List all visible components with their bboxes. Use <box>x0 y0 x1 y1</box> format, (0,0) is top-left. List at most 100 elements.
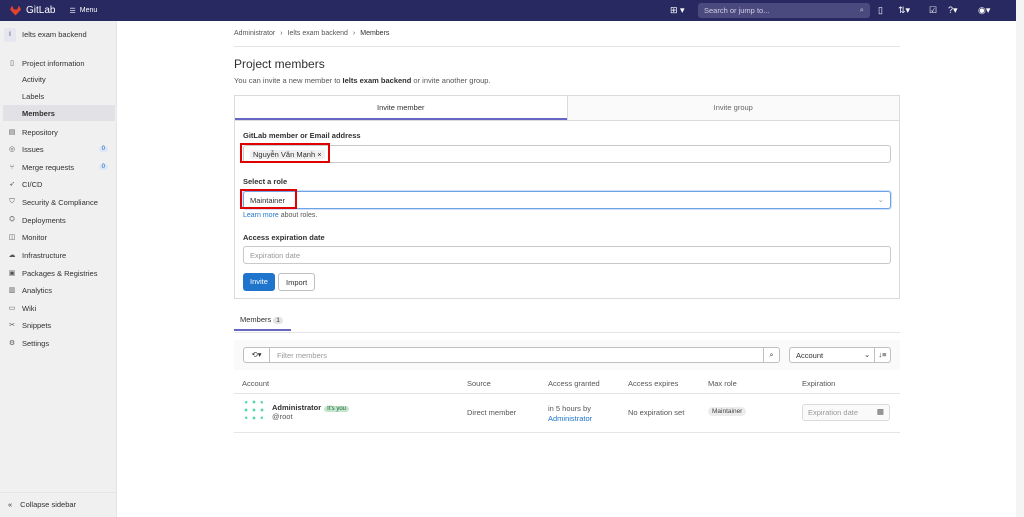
merge-requests-nav-icon[interactable]: ⇅▾ <box>898 5 910 16</box>
tab-invite-member[interactable]: Invite member <box>235 96 567 120</box>
cloud-icon: ☁ <box>8 252 16 259</box>
page-subtitle: You can invite a new member to Ielts exa… <box>234 76 491 85</box>
access-granted: in 5 hours by <box>548 404 591 413</box>
filter-placeholder: Filter members <box>277 351 328 360</box>
merge-icon: ⑂ <box>9 163 15 171</box>
sidebar-item-activity[interactable]: Activity <box>0 71 116 87</box>
subtitle-project: Ielts exam backend <box>342 76 412 85</box>
max-role-badge: Maintainer <box>708 407 747 416</box>
divider <box>234 332 900 333</box>
tab-members[interactable]: Members 1 <box>234 315 291 331</box>
history-icon[interactable]: ⟲▾ <box>244 348 270 362</box>
sidebar-item-security-compliance[interactable]: ⛉ Security & Compliance <box>0 194 116 210</box>
gitlab-logo[interactable]: GitLab <box>10 5 55 16</box>
member-source: Direct member <box>467 408 517 417</box>
role-label: Select a role <box>243 177 288 186</box>
search-icon[interactable]: ⌕ <box>763 348 779 362</box>
brand-name: GitLab <box>26 5 56 16</box>
subtitle-text: You can invite a new member to <box>234 76 343 85</box>
sort-direction-icon[interactable]: ↓≡ <box>874 348 890 362</box>
breadcrumb-item[interactable]: Ielts exam backend <box>288 30 348 37</box>
sidebar-item-label: Project information <box>22 58 85 68</box>
sidebar-item-wiki[interactable]: ▭ Wiki <box>0 300 116 316</box>
role-select[interactable]: Maintainer ⌄ <box>243 191 891 209</box>
sidebar-item-labels[interactable]: Labels <box>0 88 116 104</box>
sidebar-item-label: Members <box>22 108 55 118</box>
chart-icon: ▥ <box>8 287 16 294</box>
sidebar-item-label: Wiki <box>22 303 37 313</box>
sidebar-item-repository[interactable]: ▤ Repository <box>0 124 116 140</box>
column-header-source: Source <box>467 379 491 388</box>
expiration-date-input[interactable]: Expiration date <box>243 246 891 264</box>
snippet-icon: ✂ <box>9 322 15 329</box>
sidebar-item-label: Security & Compliance <box>22 197 98 207</box>
sidebar-item-label: Packages & Registries <box>22 268 98 278</box>
expiration-date-input[interactable]: Expiration date ▦ <box>802 404 890 421</box>
sidebar-project[interactable]: I Ielts exam backend <box>4 26 114 43</box>
filter-members-input[interactable]: ⟲▾ Filter members ⌕ <box>243 347 780 363</box>
todo-icon[interactable]: ☑ <box>929 5 937 16</box>
tanuki-icon <box>10 5 21 16</box>
sidebar-item-infrastructure[interactable]: ☁ Infrastructure <box>0 247 116 263</box>
sidebar-item-analytics[interactable]: ▥ Analytics <box>0 282 116 298</box>
divider <box>234 46 900 47</box>
search-input[interactable]: Search or jump to... ⌕ <box>698 3 870 18</box>
top-navbar: GitLab ☰ Menu ⊞ ▾ Search or jump to... ⌕ ▯… <box>0 0 1024 21</box>
granted-by-link[interactable]: Administrator <box>548 414 592 423</box>
chevron-down-icon: ⌄ <box>864 350 871 359</box>
breadcrumb-item[interactable]: Members <box>360 30 389 37</box>
subtitle-text: or invite another group. <box>411 76 491 85</box>
sidebar-item-project-information[interactable]: ▯ Project information <box>0 55 116 71</box>
help-icon[interactable]: ?▾ <box>948 5 958 16</box>
count-badge: 0 <box>98 146 108 152</box>
sidebar-item-ci-cd[interactable]: ➶ CI/CD <box>0 176 116 192</box>
search-placeholder: Search or jump to... <box>704 6 770 15</box>
menu-button[interactable]: ☰ Menu <box>69 7 97 15</box>
sort-dropdown[interactable]: Account ⌄ ↓≡ <box>789 347 891 363</box>
sidebar-item-packages-registries[interactable]: ▣ Packages & Registries <box>0 265 116 281</box>
collapse-sidebar-button[interactable]: « Collapse sidebar <box>0 492 118 509</box>
column-header-access-granted: Access granted <box>548 379 600 388</box>
highlight-box <box>240 143 330 163</box>
access-expires: No expiration set <box>628 408 685 417</box>
highlight-box <box>240 189 297 209</box>
menu-label: Menu <box>79 7 98 14</box>
expiration-placeholder: Expiration date <box>250 251 301 260</box>
sidebar-item-merge-requests[interactable]: ⑂ Merge requests 0 <box>0 159 116 175</box>
column-header-max-role: Max role <box>708 379 737 388</box>
sidebar-item-members[interactable]: Members <box>3 105 115 121</box>
sidebar-item-label: Merge requests <box>22 162 75 172</box>
member-name[interactable]: Administrator <box>272 403 321 412</box>
filter-bar: ⟲▾ Filter members ⌕ Account ⌄ ↓≡ <box>234 340 900 370</box>
sidebar-item-label: Settings <box>22 338 50 348</box>
rocket-icon: ➶ <box>9 181 15 188</box>
sidebar-item-settings[interactable]: ⚙ Settings <box>0 335 116 351</box>
breadcrumb-item[interactable]: Administrator <box>234 30 275 37</box>
collapse-label: Collapse sidebar <box>20 500 77 509</box>
import-button[interactable]: Import <box>278 273 316 291</box>
user-avatar[interactable]: ◉▾ <box>978 5 990 16</box>
sidebar-item-label: Monitor <box>22 232 48 242</box>
divider <box>234 393 900 394</box>
breadcrumb: Administrator › Ielts exam backend › Members <box>234 30 390 37</box>
sidebar-item-monitor[interactable]: ◫ Monitor <box>0 229 116 245</box>
sidebar-item-label: Deployments <box>22 215 66 225</box>
invite-button[interactable]: Invite <box>243 273 275 291</box>
member-username: @root <box>272 412 293 421</box>
scrollbar[interactable] <box>1016 0 1024 517</box>
sidebar: I Ielts exam backend ▯ Project information… <box>0 21 118 517</box>
sidebar-item-deployments[interactable]: ⛭ Deployments <box>0 212 116 228</box>
learn-more-link[interactable]: Learn more <box>243 212 279 219</box>
sidebar-item-snippets[interactable]: ✂ Snippets <box>0 317 116 333</box>
issues-nav-icon[interactable]: ▯ <box>878 5 883 16</box>
issues-icon: ◎ <box>8 146 16 153</box>
sidebar-item-issues[interactable]: ◎ Issues 0 <box>0 141 116 157</box>
column-header-expiration: Expiration <box>802 379 836 388</box>
double-chevron-left-icon: « <box>8 500 13 509</box>
tab-invite-group[interactable]: Invite group <box>566 96 899 120</box>
chevron-down-icon: ⌄ <box>877 195 884 204</box>
divider <box>234 432 900 433</box>
hamburger-icon: ☰ <box>69 7 76 15</box>
new-item-icon[interactable]: ⊞ ▾ <box>670 5 685 16</box>
member-input[interactable]: Nguyễn Văn Mạnh × <box>243 145 891 163</box>
